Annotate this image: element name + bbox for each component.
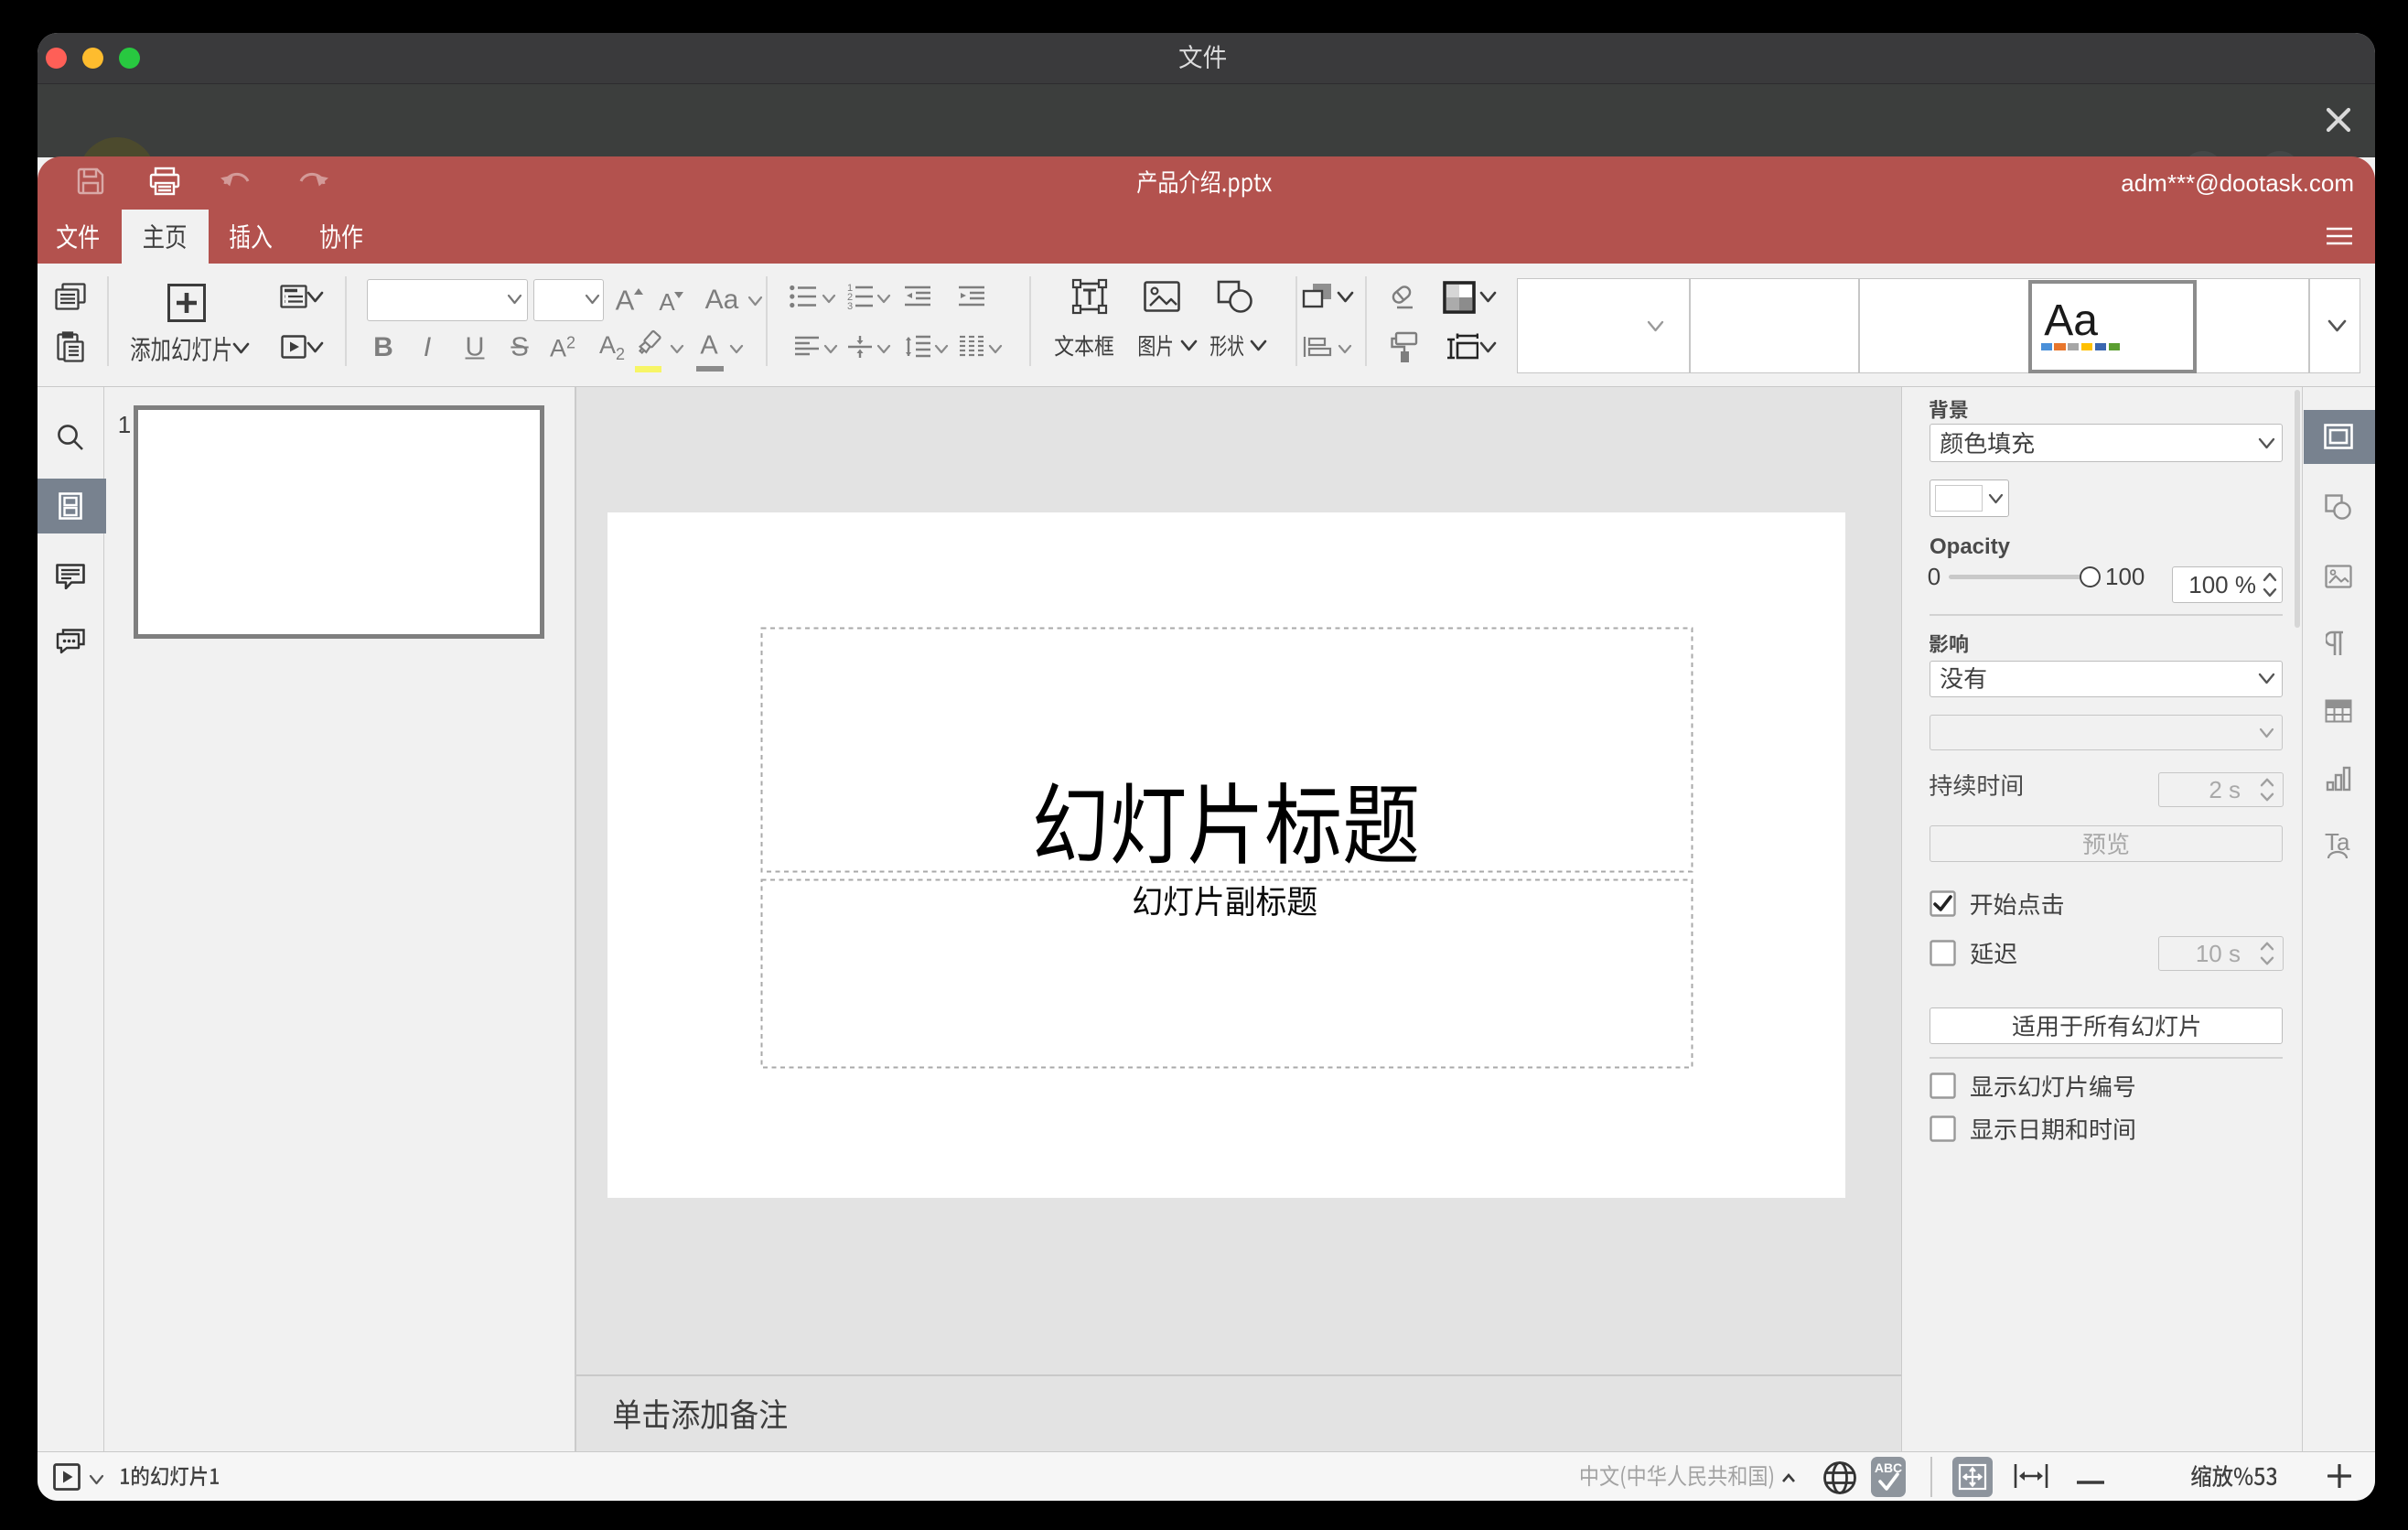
svg-text:3: 3 — [847, 301, 853, 309]
